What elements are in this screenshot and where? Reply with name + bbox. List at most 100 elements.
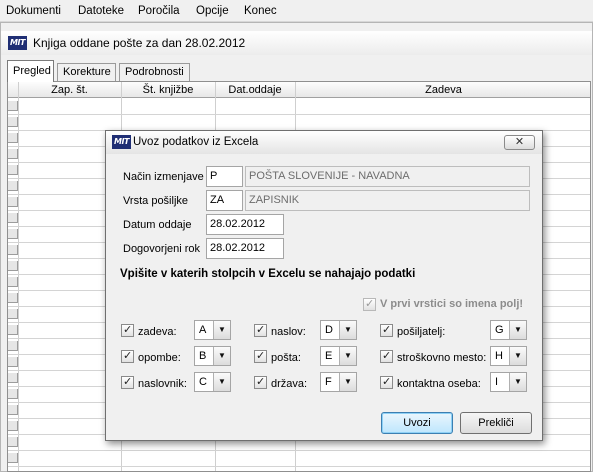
row-selector[interactable]	[8, 261, 18, 271]
stroskovno-mesto-label: stroškovno mesto:	[397, 352, 487, 364]
app-logo-icon: MIT	[8, 36, 27, 50]
col-dat-oddaje[interactable]: Dat.oddaje	[215, 82, 295, 98]
dialog-logo-icon: MIT	[112, 135, 131, 149]
row-selector[interactable]	[8, 325, 18, 335]
row-selector[interactable]	[8, 229, 18, 239]
row-selector[interactable]	[8, 453, 18, 463]
checkmark-icon: ✓	[365, 297, 375, 310]
window-title: Knjiga oddane pošte za dan 28.02.2012	[33, 36, 246, 50]
chevron-down-icon[interactable]: ▼	[339, 373, 356, 391]
import-excel-dialog: MIT Uvoz podatkov iz Excela ✕ Način izme…	[105, 130, 543, 441]
drzava-column-value: F	[325, 376, 332, 388]
row-selector[interactable]	[8, 165, 18, 175]
kontaktna-oseba-column-value: I	[495, 376, 499, 388]
cancel-button[interactable]: Prekliči	[460, 412, 532, 434]
checkmark-icon: ✓	[256, 323, 266, 336]
import-button[interactable]: Uvozi	[381, 412, 453, 434]
naslov-label: naslov:	[271, 326, 306, 338]
table-row	[8, 466, 590, 467]
row-selector[interactable]	[8, 437, 18, 447]
drzava-column-select[interactable]: F ▼	[320, 372, 357, 392]
first-row-names-checkbox[interactable]: ✓	[363, 297, 376, 311]
row-selector[interactable]	[8, 373, 18, 383]
row-selector[interactable]	[8, 341, 18, 351]
datum-oddaje-label: Datum oddaje	[123, 219, 192, 231]
nacin-izmenjave-code-field[interactable]: P	[206, 166, 243, 187]
posta-label: pošta:	[271, 352, 301, 364]
posiljatelj-label: pošiljatelj:	[397, 326, 446, 338]
posiljatelj-column-select[interactable]: G ▼	[490, 320, 527, 340]
chevron-down-icon[interactable]: ▼	[339, 321, 356, 339]
kontaktna-oseba-checkbox[interactable]: ✓	[380, 375, 393, 389]
row-selector[interactable]	[8, 101, 18, 111]
naslovnik-checkbox[interactable]: ✓	[121, 375, 134, 389]
drzava-label: država:	[271, 378, 308, 390]
menu-opcije[interactable]: Opcije	[196, 5, 229, 17]
datum-oddaje-field[interactable]: 28.02.2012	[206, 214, 284, 235]
row-selector[interactable]	[8, 357, 18, 367]
col-zadeva[interactable]: Zadeva	[295, 82, 590, 98]
checkmark-icon: ✓	[382, 375, 392, 388]
row-selector[interactable]	[8, 309, 18, 319]
row-selector[interactable]	[8, 117, 18, 127]
row-selector[interactable]	[8, 181, 18, 191]
kontaktna-oseba-label: kontaktna oseba:	[397, 378, 481, 390]
chevron-down-icon[interactable]: ▼	[509, 321, 526, 339]
posta-column-select[interactable]: E ▼	[320, 346, 357, 366]
menu-porocila[interactable]: Poročila	[138, 5, 180, 17]
tab-strip: Pregled Korekture Podrobnosti	[7, 60, 587, 82]
tab-korekture[interactable]: Korekture	[57, 63, 116, 82]
column-mapping-heading: Vpišite v katerih stolpcih v Excelu se n…	[120, 268, 416, 280]
naslovnik-column-select[interactable]: C ▼	[194, 372, 231, 392]
opombe-checkbox[interactable]: ✓	[121, 349, 134, 363]
row-selector[interactable]	[8, 197, 18, 207]
stroskovno-mesto-column-value: H	[495, 350, 503, 362]
vrsta-posiljke-desc-field: ZAPISNIK	[245, 190, 530, 211]
naslov-checkbox[interactable]: ✓	[254, 323, 267, 337]
chevron-down-icon[interactable]: ▼	[213, 373, 230, 391]
vrsta-posiljke-code-field[interactable]: ZA	[206, 190, 243, 211]
zadeva-checkbox[interactable]: ✓	[121, 323, 134, 337]
row-selector[interactable]	[8, 245, 18, 255]
row-selector[interactable]	[8, 405, 18, 415]
close-icon[interactable]: ✕	[504, 135, 535, 150]
chevron-down-icon[interactable]: ▼	[213, 347, 230, 365]
posta-column-value: E	[325, 350, 333, 362]
posiljatelj-checkbox[interactable]: ✓	[380, 323, 393, 337]
chevron-down-icon[interactable]: ▼	[509, 347, 526, 365]
menu-dokumenti[interactable]: Dokumenti	[6, 5, 61, 17]
kontaktna-oseba-column-select[interactable]: I ▼	[490, 372, 527, 392]
dogovorjeni-rok-field[interactable]: 28.02.2012	[206, 238, 284, 259]
table-row	[8, 114, 590, 115]
zadeva-label: zadeva:	[138, 326, 177, 338]
chevron-down-icon[interactable]: ▼	[339, 347, 356, 365]
checkmark-icon: ✓	[382, 349, 392, 362]
chevron-down-icon[interactable]: ▼	[509, 373, 526, 391]
grid-header: Zap. št. Št. knjižbe Dat.oddaje Zadeva	[8, 82, 590, 98]
tab-pregled[interactable]: Pregled	[7, 60, 54, 82]
posta-checkbox[interactable]: ✓	[254, 349, 267, 363]
tab-podrobnosti[interactable]: Podrobnosti	[119, 63, 190, 82]
row-selector[interactable]	[8, 149, 18, 159]
row-selector[interactable]	[8, 277, 18, 287]
menu-konec[interactable]: Konec	[244, 5, 277, 17]
row-selector[interactable]	[8, 389, 18, 399]
row-selector[interactable]	[8, 421, 18, 431]
opombe-column-select[interactable]: B ▼	[194, 346, 231, 366]
row-selector[interactable]	[8, 293, 18, 303]
grid-column-divider	[18, 82, 19, 471]
strоskovno-mesto-checkbox[interactable]: ✓	[380, 349, 393, 363]
opombe-label: opombe:	[138, 352, 181, 364]
stroskovno-mesto-column-select[interactable]: H ▼	[490, 346, 527, 366]
dialog-title: Uvoz podatkov iz Excela	[133, 136, 259, 148]
col-st-knjizbe[interactable]: Št. knjižbe	[121, 82, 215, 98]
row-selector[interactable]	[8, 213, 18, 223]
chevron-down-icon[interactable]: ▼	[213, 321, 230, 339]
drzava-checkbox[interactable]: ✓	[254, 375, 267, 389]
row-selector[interactable]	[8, 133, 18, 143]
col-zap-st[interactable]: Zap. št.	[18, 82, 121, 98]
zadeva-column-select[interactable]: A ▼	[194, 320, 231, 340]
naslov-column-select[interactable]: D ▼	[320, 320, 357, 340]
naslov-column-value: D	[325, 324, 333, 336]
menu-datoteke[interactable]: Datoteke	[78, 5, 124, 17]
